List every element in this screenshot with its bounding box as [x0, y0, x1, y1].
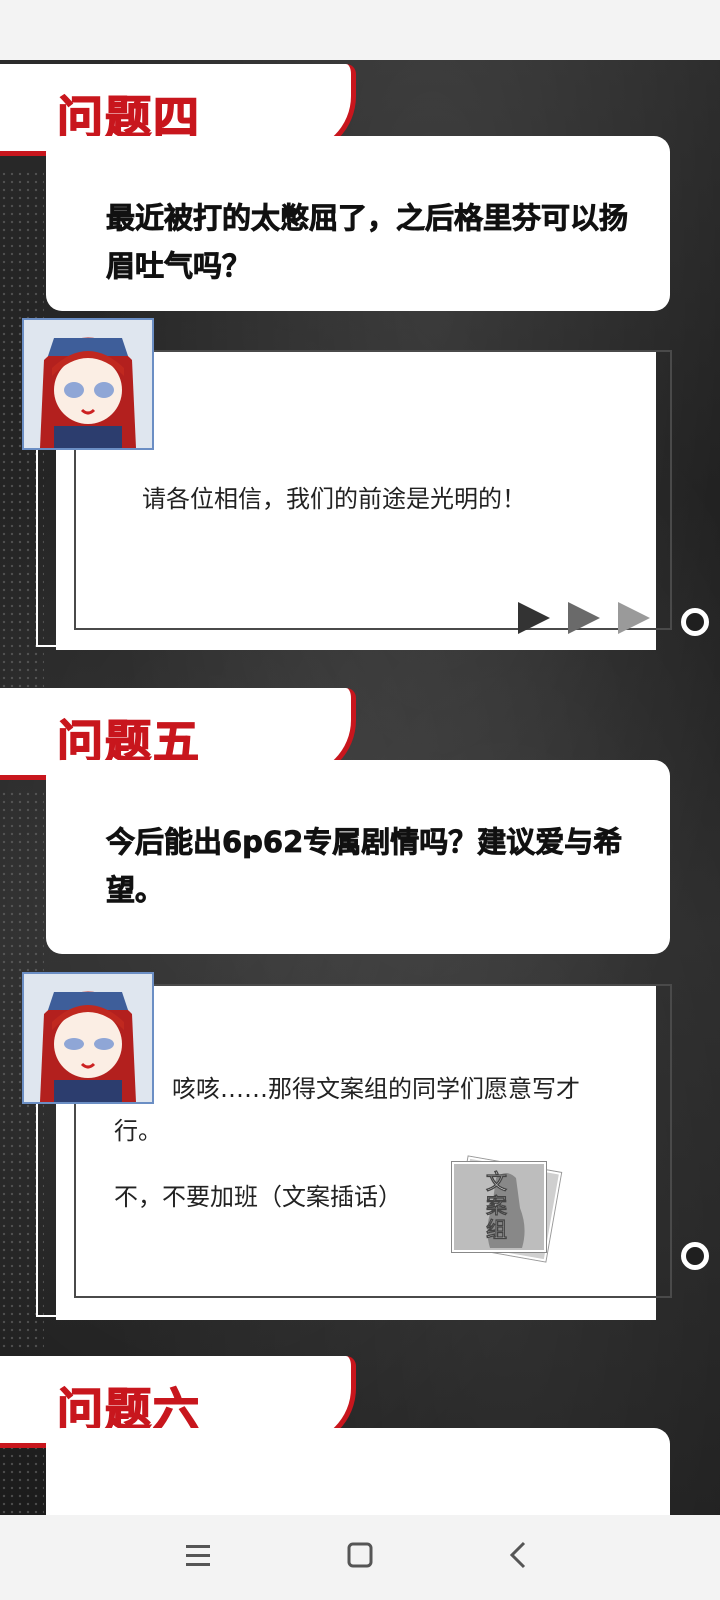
menu-icon[interactable] [178, 1535, 218, 1575]
question-card-4: 最近被打的太憋屈了，之后格里芬可以扬眉吐气吗？ [46, 136, 670, 311]
ring-icon [681, 1242, 709, 1270]
status-bar [0, 0, 720, 60]
badge-label: 文案组 [486, 1170, 508, 1243]
continue-arrows [516, 600, 652, 636]
answer-outline [36, 450, 58, 647]
question-card-6 [46, 1428, 670, 1515]
answer-text-1: 咳咳……那得文案组的同学们愿意写才行。 [114, 1075, 580, 1145]
question-card-5: 今后能出6p62专属剧情吗？建议爱与希望。 [46, 760, 670, 954]
system-nav-bar [0, 1515, 720, 1600]
character-avatar-icon [24, 320, 152, 448]
home-icon[interactable] [340, 1535, 380, 1575]
character-avatar-icon [24, 974, 152, 1102]
question-text: 今后能出6p62专属剧情吗？建议爱与希望。 [106, 825, 623, 908]
ring-icon [681, 608, 709, 636]
copywriter-badge: 文案组 [448, 1156, 562, 1262]
answer-text: 请各位相信，我们的前途是光明的！ [142, 485, 526, 513]
arrow-icon [618, 602, 650, 634]
arrow-icon [568, 602, 600, 634]
avatar [22, 972, 154, 1104]
avatar [22, 318, 154, 450]
question-text: 最近被打的太憋屈了，之后格里芬可以扬眉吐气吗？ [106, 201, 629, 284]
answer-outline [36, 1100, 58, 1317]
back-icon[interactable] [500, 1535, 540, 1575]
article-content[interactable]: 问题四 最近被打的太憋屈了，之后格里芬可以扬眉吐气吗？ 请各位相信，我们的前途是… [0, 60, 720, 1515]
arrow-icon [518, 602, 550, 634]
